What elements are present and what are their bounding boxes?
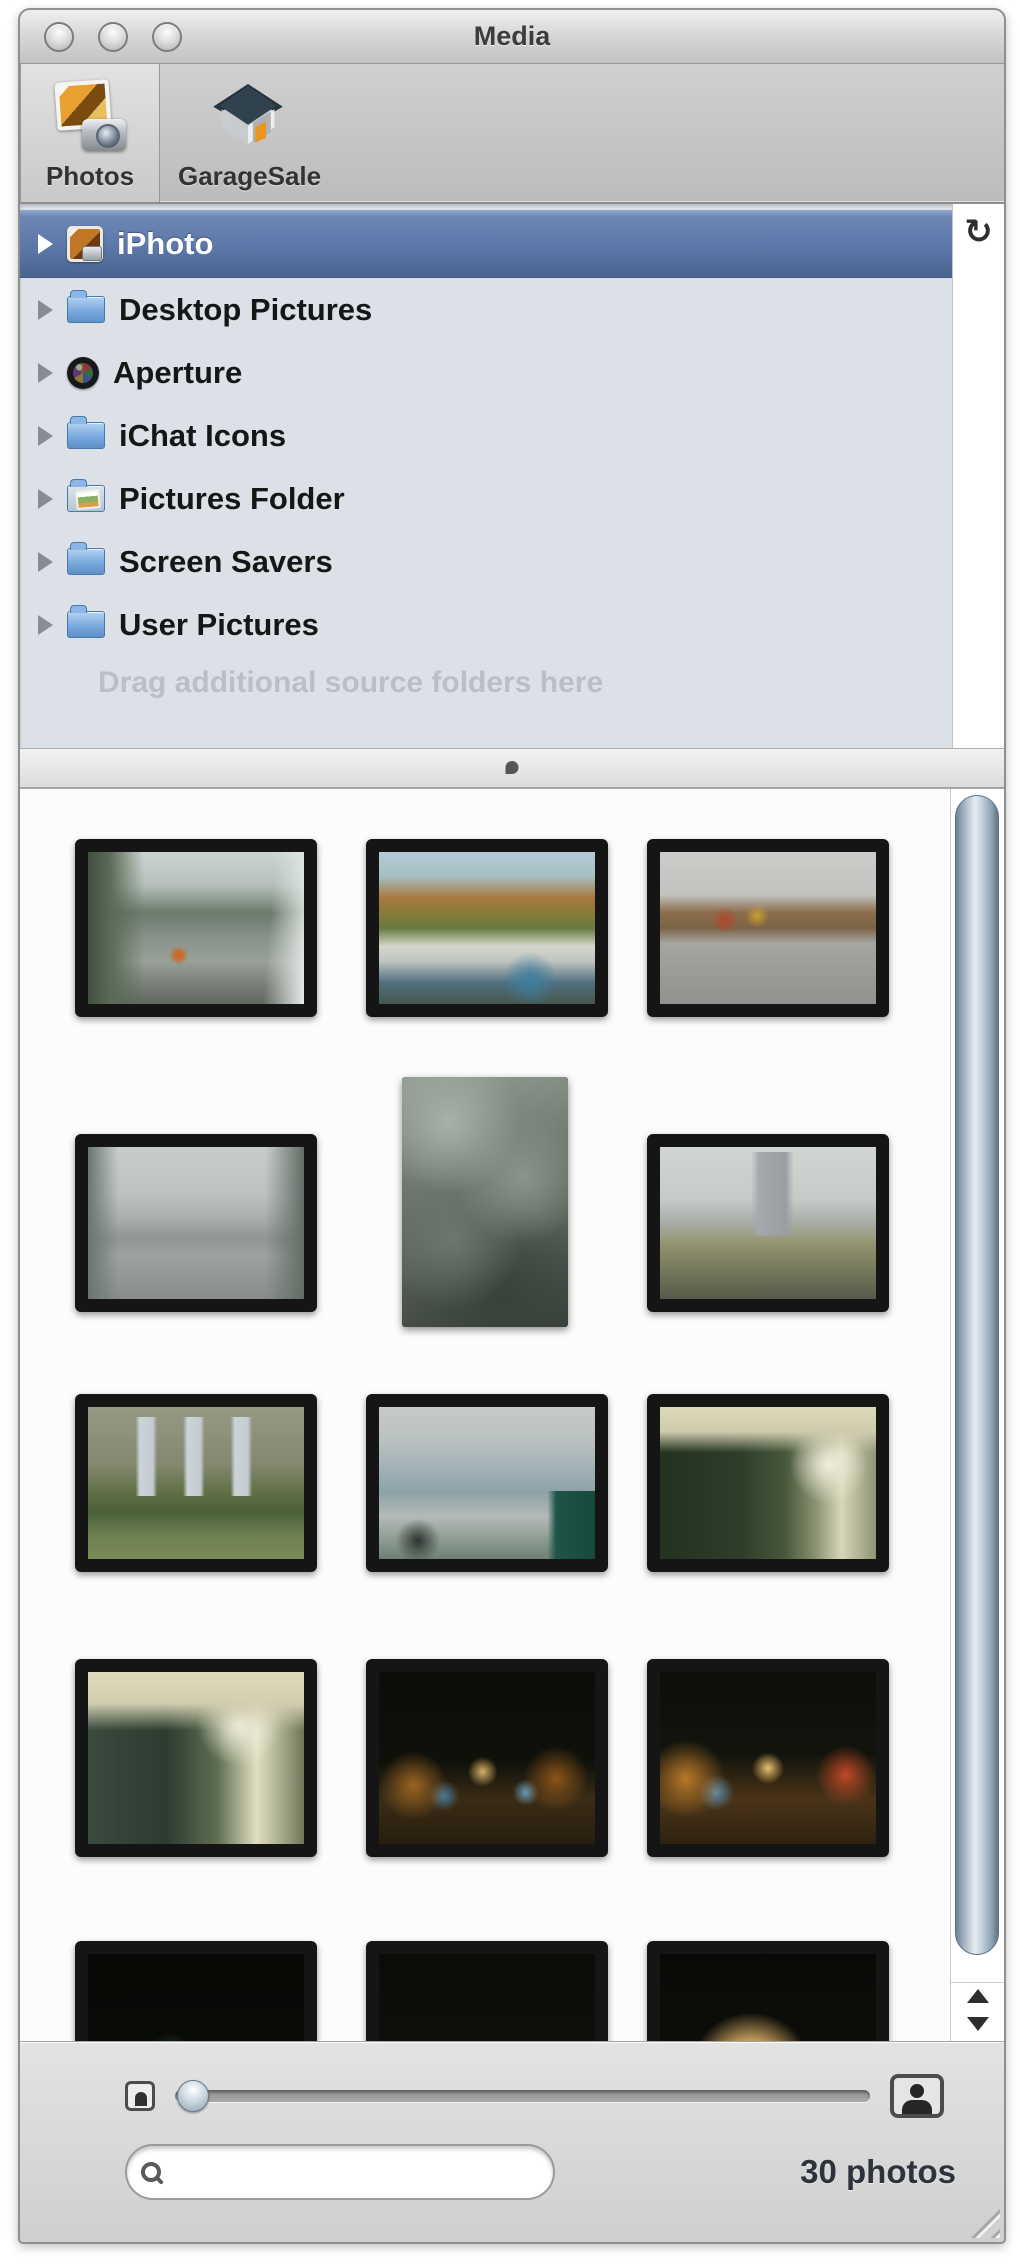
thumbnail[interactable] (402, 1077, 568, 1327)
resize-grip[interactable] (960, 2198, 1000, 2238)
disclosure-triangle-icon[interactable] (38, 362, 53, 383)
zoom-button[interactable] (152, 22, 182, 52)
photo-street-corner (660, 852, 876, 1004)
titlebar[interactable]: Media (20, 10, 1004, 64)
source-item-label: iChat Icons (119, 417, 287, 453)
photo-night-street-lights (660, 1672, 876, 1844)
splitter-grip-icon[interactable] (505, 761, 519, 774)
toolbar-item-photos[interactable]: Photos (20, 64, 160, 202)
folder-icon (67, 542, 105, 575)
thumbnail[interactable] (647, 1394, 889, 1572)
source-item-label: User Pictures (119, 606, 319, 642)
scrollbar-arrows (951, 1982, 1004, 2037)
sidebar-item-user-pictures[interactable]: User Pictures (20, 593, 952, 656)
window-controls (44, 22, 182, 52)
photo-tower-trees (660, 1147, 876, 1299)
photo-count-label: 30 photos (800, 2153, 956, 2190)
sidebar-item-pictures-folder[interactable]: Pictures Folder (20, 467, 952, 530)
thumbnail-size-slider[interactable] (175, 2080, 870, 2112)
source-item-label: Aperture (113, 354, 243, 390)
sidebar-item-desktop-pictures[interactable]: Desktop Pictures (20, 278, 952, 341)
photo-bare-branches (402, 1077, 568, 1327)
thumbnail[interactable] (75, 839, 317, 1017)
thumbnail[interactable] (366, 1394, 608, 1572)
disclosure-triangle-icon[interactable] (38, 233, 53, 254)
source-list-scroll-strip: ↻ (952, 204, 1004, 748)
thumbnail[interactable] (647, 1659, 889, 1857)
refresh-button[interactable]: ↻ (959, 212, 999, 252)
search-row: 30 photos (125, 2142, 956, 2202)
statusbar: 30 photos (20, 2041, 1004, 2242)
scroll-up-button[interactable] (966, 1989, 989, 2003)
photo-park-banners (88, 1407, 304, 1559)
photo-illuminated-tree (660, 1954, 876, 2041)
slider-thumb[interactable] (177, 2080, 209, 2112)
folder-icon (67, 605, 105, 638)
thumbnail-size-controls (125, 2074, 944, 2118)
toolbar-item-garagesale[interactable]: GarageSale (160, 64, 339, 202)
photo-autumn-trees-house (379, 852, 595, 1004)
sidebar-item-screen-savers[interactable]: Screen Savers (20, 530, 952, 593)
source-item-label: Screen Savers (119, 543, 333, 579)
photo-night-skyline (88, 1954, 304, 2041)
scroll-down-button[interactable] (966, 2017, 989, 2031)
garagesale-icon (212, 79, 288, 157)
drag-folders-placeholder: Drag additional source folders here (98, 666, 604, 699)
disclosure-triangle-icon[interactable] (38, 488, 53, 509)
source-item-label: Pictures Folder (119, 480, 345, 516)
photo-underground-corridor (660, 1407, 876, 1559)
pictures-folder-icon (67, 479, 105, 512)
thumbnail[interactable] (75, 1394, 317, 1572)
sidebar-item-aperture[interactable]: Aperture (20, 341, 952, 404)
thumbnail-size-small-icon[interactable] (125, 2081, 155, 2111)
folder-icon (67, 416, 105, 449)
thumbnail[interactable] (75, 1941, 317, 2041)
photo-campus-building (88, 1147, 304, 1299)
thumbnail[interactable] (366, 839, 608, 1017)
photo-night-street-trees (379, 1672, 595, 1844)
search-input[interactable] (169, 2156, 553, 2188)
disclosure-triangle-icon[interactable] (38, 551, 53, 572)
photo-courtyard-with-trees (88, 852, 304, 1004)
sidebar-item-iphoto[interactable]: iPhoto (20, 210, 952, 278)
source-item-label: Desktop Pictures (119, 291, 373, 327)
source-list-rows: iPhoto Desktop Pictures Aperture iChat I… (20, 204, 952, 748)
disclosure-triangle-icon[interactable] (38, 614, 53, 635)
sidebar-item-ichat-icons[interactable]: iChat Icons (20, 404, 952, 467)
thumbnail[interactable] (647, 839, 889, 1017)
search-icon (141, 2162, 161, 2182)
thumbnail[interactable] (75, 1134, 317, 1312)
camera-shape (82, 119, 126, 151)
disclosure-triangle-icon[interactable] (38, 425, 53, 446)
source-list: iPhoto Desktop Pictures Aperture iChat I… (20, 204, 1004, 749)
photos-icon (52, 79, 128, 157)
disclosure-triangle-icon[interactable] (38, 299, 53, 320)
photo-night-street-2 (379, 1954, 595, 2041)
thumbnail[interactable] (75, 1659, 317, 1857)
toolbar-item-label: Photos (45, 161, 135, 191)
scrollbar-thumb[interactable] (955, 795, 999, 1955)
source-item-label: iPhoto (117, 225, 214, 261)
media-palette-window: Media Photos GarageSale iPhoto Desktop P… (18, 8, 1006, 2244)
minimize-button[interactable] (98, 22, 128, 52)
thumbnail[interactable] (366, 1941, 608, 2041)
photo-grid (20, 789, 1004, 2041)
aperture-icon (67, 356, 99, 389)
scrollbar-track[interactable] (950, 789, 1004, 2041)
toolbar: Photos GarageSale (20, 64, 1004, 204)
thumbnail[interactable] (366, 1659, 608, 1857)
photo-building-courtyard (379, 1407, 595, 1559)
close-button[interactable] (44, 22, 74, 52)
photo-underground-corridor-2 (88, 1672, 304, 1844)
thumbnail[interactable] (647, 1941, 889, 2041)
search-field[interactable] (125, 2144, 555, 2200)
thumbnail-size-large-icon[interactable] (890, 2074, 944, 2118)
splitter[interactable] (20, 749, 1004, 789)
refresh-icon: ↻ (964, 213, 993, 251)
toolbar-item-label: GarageSale (178, 161, 322, 191)
folder-icon (67, 290, 105, 323)
iphoto-icon (67, 225, 103, 262)
thumbnail[interactable] (647, 1134, 889, 1312)
